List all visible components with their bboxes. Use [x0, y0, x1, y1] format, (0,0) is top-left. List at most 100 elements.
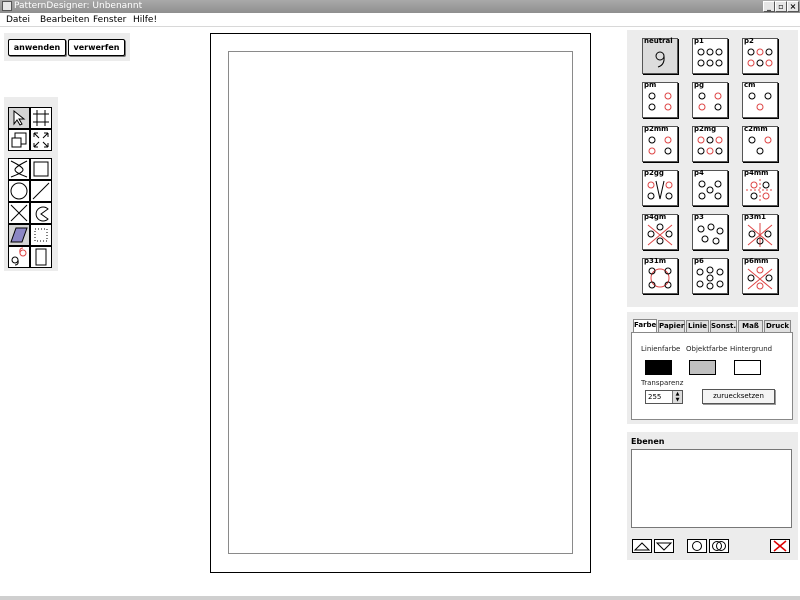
pattern-pg-icon — [698, 92, 722, 111]
move-object-icon — [11, 132, 27, 148]
menu-hilfe[interactable]: Hilfe! — [133, 14, 157, 26]
group-p2[interactable]: p2 — [742, 37, 778, 74]
select-tool[interactable] — [8, 107, 30, 129]
line-tool[interactable] — [30, 180, 52, 202]
curve-icon — [10, 160, 28, 178]
apply-panel: anwenden verwerfen — [4, 33, 130, 61]
circle-tool[interactable] — [8, 180, 30, 202]
tab-sonst[interactable]: Sonst. — [710, 320, 737, 332]
pattern-p2gg-icon — [647, 180, 673, 200]
pattern-cm-icon — [748, 92, 772, 111]
curve-tool[interactable] — [8, 158, 30, 180]
page-frame — [228, 51, 573, 554]
motif-icon — [11, 247, 27, 266]
pattern-p2mm-icon — [648, 136, 672, 155]
reset-button[interactable]: zuruecksetzen — [702, 389, 775, 404]
group-pg[interactable]: pg — [692, 81, 728, 118]
toolbox — [4, 97, 58, 271]
page-tool[interactable] — [30, 246, 52, 268]
group-p3m1[interactable]: p3m1 — [742, 213, 778, 250]
crossed-square-tool[interactable] — [8, 202, 30, 224]
pattern-p3-icon — [697, 223, 724, 245]
restore-icon[interactable]: ▫ — [775, 1, 787, 12]
menu-datei[interactable]: Datei — [6, 14, 30, 26]
parallelogram-tool[interactable] — [8, 224, 30, 246]
parallelogram-icon — [10, 227, 28, 243]
rectangle-icon — [33, 161, 49, 177]
pattern-p4-icon — [698, 180, 722, 200]
transparency-label: Transparenz — [641, 379, 684, 387]
group-c2mm[interactable]: c2mm — [742, 125, 778, 162]
tab-druck[interactable]: Druck — [764, 320, 791, 332]
circle-icon — [10, 182, 28, 200]
menu-bar: Datei Bearbeiten Fenster Hilfe! — [0, 13, 800, 27]
double-circle-icon — [712, 541, 726, 551]
group-pm[interactable]: pm — [642, 81, 678, 118]
arc-tool[interactable] — [30, 202, 52, 224]
status-bar — [0, 596, 800, 600]
drawing-canvas[interactable] — [210, 33, 591, 573]
transform-tool[interactable] — [30, 107, 52, 129]
layers-panel: Ebenen — [627, 432, 798, 560]
group-p6mm[interactable]: p6mm — [742, 257, 778, 294]
pattern-p3m1-icon — [747, 223, 773, 247]
object-color-label: Objektfarbe — [686, 345, 728, 353]
group-p4mm[interactable]: p4mm — [742, 169, 778, 206]
menu-bearbeiten[interactable]: Bearbeiten — [40, 14, 89, 26]
pattern-p1-icon — [697, 48, 723, 67]
rectangle-tool[interactable] — [30, 158, 52, 180]
delete-layer-button[interactable] — [770, 539, 790, 553]
layer-up-button[interactable] — [632, 539, 652, 553]
group-p31m[interactable]: p31m — [642, 257, 678, 294]
pattern-p4mm-icon — [746, 179, 774, 203]
scale-tool[interactable] — [30, 129, 52, 151]
line-icon — [32, 182, 50, 200]
group-p2mm[interactable]: p2mm — [642, 125, 678, 162]
new-layer-button[interactable] — [687, 539, 707, 553]
group-neutral[interactable]: neutral — [642, 37, 678, 74]
group-p6[interactable]: p6 — [692, 257, 728, 294]
tab-mass[interactable]: Maß — [738, 320, 763, 332]
delete-x-icon — [773, 540, 787, 552]
triangle-down-icon — [655, 542, 673, 551]
menu-fenster[interactable]: Fenster — [93, 14, 126, 26]
layer-down-button[interactable] — [654, 539, 674, 553]
title-bar: PatternDesigner: Unbenannt _ ▫ × — [0, 0, 800, 13]
group-p4gm[interactable]: p4gm — [642, 213, 678, 250]
group-p1[interactable]: p1 — [692, 37, 728, 74]
group-p3[interactable]: p3 — [692, 213, 728, 250]
window-title: PatternDesigner: Unbenannt — [14, 1, 143, 11]
line-color-label: Linienfarbe — [641, 345, 681, 353]
triangle-up-icon — [633, 542, 651, 551]
group-cm[interactable]: cm — [742, 81, 778, 118]
transparency-value: 255 — [648, 393, 662, 401]
tab-farbe[interactable]: Farbe — [633, 319, 657, 332]
symmetry-groups-panel: neutral p1 p2 pm pg cm p2mm p2mg c2mm p2… — [627, 30, 798, 307]
move-object-tool[interactable] — [8, 129, 30, 151]
dotted-square-tool[interactable] — [30, 224, 52, 246]
minimize-icon[interactable]: _ — [763, 1, 775, 12]
object-color-swatch[interactable] — [689, 360, 716, 375]
close-icon[interactable]: × — [787, 1, 799, 12]
merge-layers-button[interactable] — [709, 539, 729, 553]
group-p2gg[interactable]: p2gg — [642, 169, 678, 206]
page-icon — [35, 248, 47, 266]
spinner-icon[interactable]: ▲ ▼ — [672, 391, 682, 403]
tab-papier[interactable]: Papier — [658, 320, 685, 332]
background-color-swatch[interactable] — [734, 360, 761, 375]
apply-button[interactable]: anwenden — [8, 39, 66, 56]
arc-icon — [35, 206, 49, 222]
pattern-p6-icon — [696, 266, 724, 290]
line-color-swatch[interactable] — [645, 360, 672, 375]
scale-icon — [33, 132, 49, 148]
transparency-input[interactable]: 255 ▲ ▼ — [645, 390, 683, 404]
tab-linie[interactable]: Linie — [686, 320, 709, 332]
layers-list[interactable] — [631, 449, 792, 528]
pattern-c2mm-icon — [748, 136, 772, 155]
motif-tool[interactable] — [8, 246, 30, 268]
group-p2mg[interactable]: p2mg — [692, 125, 728, 162]
layers-title: Ebenen — [631, 437, 665, 446]
crossed-square-icon — [10, 204, 28, 222]
discard-button[interactable]: verwerfen — [68, 39, 125, 56]
group-p4[interactable]: p4 — [692, 169, 728, 206]
